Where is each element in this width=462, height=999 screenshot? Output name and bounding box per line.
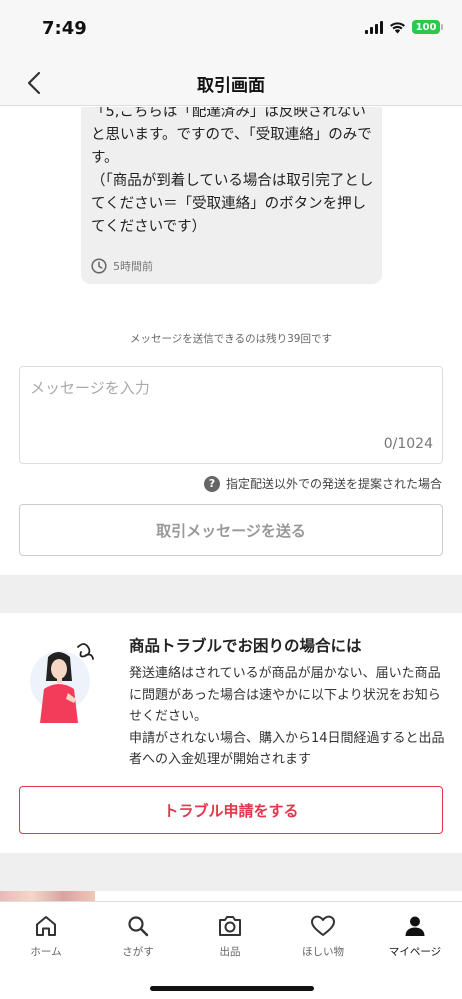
home-indicator [150, 986, 314, 991]
chat-message-text: 「5,こちらは「配達済み」は反映されないと思います。ですので、「受取連絡」のみで… [91, 107, 374, 235]
wifi-icon [389, 21, 406, 34]
remaining-messages-note: メッセージを送信できるのは残り39回です [130, 333, 332, 345]
chat-message-bubble: 「5,こちらは「配達済み」は反映されないと思います。ですので、「受取連絡」のみで… [81, 107, 382, 284]
navigation-header: 取引画面 [0, 60, 462, 106]
person-icon [403, 912, 427, 940]
trouble-illustration [28, 633, 98, 723]
battery-icon: 100 [412, 20, 443, 34]
home-icon [34, 912, 58, 940]
tab-search-label: さがす [122, 946, 154, 958]
status-time: 7:49 [42, 18, 87, 39]
tab-home[interactable]: ホーム [6, 912, 86, 959]
tab-listing[interactable]: 出品 [190, 912, 270, 959]
product-thumbnail[interactable] [0, 891, 95, 901]
section-divider [0, 575, 462, 613]
report-trouble-button[interactable]: トラブル申請をする [19, 786, 443, 834]
status-bar: 7:49 100 [0, 0, 462, 60]
question-circle-icon: ? [203, 475, 220, 492]
tab-home-label: ホーム [30, 946, 62, 958]
tab-bar: ホーム さがす 出品 ほしい物 マイページ [0, 901, 462, 999]
help-link-label: 指定配送以外での発送を提案された場合 [225, 477, 442, 491]
tab-mypage-label: マイページ [388, 946, 442, 958]
section-divider [0, 853, 462, 891]
trouble-section-description: 発送連絡はされているが商品が届かない、届いた商品に問題があった場合は速やかに以下… [129, 666, 445, 767]
status-icons: 100 [365, 20, 443, 34]
timestamp-label: 5時間前 [113, 260, 153, 273]
heart-icon [310, 912, 336, 940]
transaction-content[interactable]: 「5,こちらは「配達済み」は反映されないと思います。ですので、「受取連絡」のみで… [0, 107, 462, 901]
message-input[interactable] [19, 366, 443, 464]
tab-search[interactable]: さがす [98, 912, 178, 959]
tab-listing-label: 出品 [219, 946, 241, 958]
help-link-non-designated-shipping[interactable]: ? 指定配送以外での発送を提案された場合 [203, 475, 442, 492]
tab-mypage[interactable]: マイページ [375, 912, 455, 959]
clock-icon [91, 258, 107, 274]
tab-likes[interactable]: ほしい物 [283, 912, 363, 959]
camera-icon [217, 912, 243, 940]
signal-icon [365, 20, 383, 34]
trouble-section-title: 商品トラブルでお困りの場合には [129, 637, 362, 655]
send-message-button[interactable]: 取引メッセージを送る [19, 504, 443, 556]
page-title: 取引画面 [197, 76, 265, 96]
tab-likes-label: ほしい物 [302, 946, 344, 958]
character-counter: 0/1024 [383, 436, 433, 452]
search-icon [126, 912, 150, 940]
chat-message-timestamp: 5時間前 [91, 258, 153, 274]
